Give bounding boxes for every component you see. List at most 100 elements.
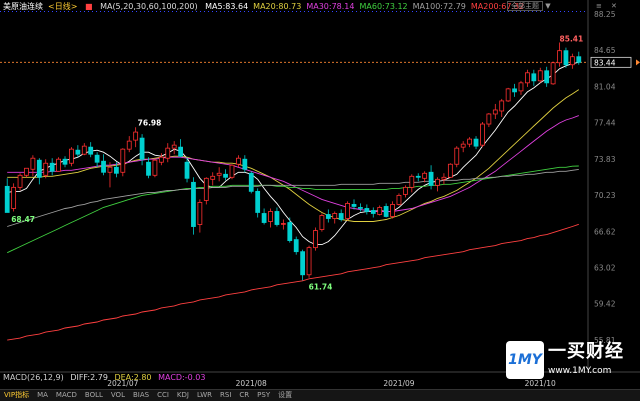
ma-legend-item: MA60:73.12 [359,2,408,11]
price-tick-label: 66.62 [594,227,616,236]
candle-body [56,158,61,172]
annotation-low_left: 68.47 [11,215,35,224]
candle-body [178,146,184,157]
candle-body [43,162,49,176]
macd-dea: DEA:2.80 [114,373,152,382]
candle-body [146,161,151,176]
ma-legend-item: MA30:78.14 [306,2,355,11]
candle-body [248,172,254,192]
candle-body [518,82,524,92]
candle-body [197,202,203,225]
candle-body [313,230,318,249]
ma-params[interactable]: MA(5,20,30,60,100,200) [100,2,198,11]
candle-body [229,164,235,178]
theme-select-label: 全部主题 [507,1,543,11]
candle-body [428,171,434,186]
candle-body [370,210,376,214]
candle-body [345,203,350,219]
annotation-peak1: 76.98 [138,118,162,127]
indicator-tab[interactable]: VOL [107,390,129,401]
price-tick-label: 84.65 [594,46,616,55]
watermark: 1MY 一买财经 www.1MY.com [506,341,624,381]
candle-body [101,160,106,173]
indicator-tab[interactable]: VIP指标 [0,390,33,401]
candle-body [358,207,363,209]
price-tick-label: 77.44 [594,119,616,128]
candle-body [569,56,575,66]
date-tick-label: 2021/08 [236,379,267,388]
indicator-tab[interactable]: BIAS [129,390,153,401]
ma-line-ma30 [7,115,579,212]
indicator-tab[interactable]: CR [235,390,253,401]
candle-body [255,190,261,213]
candle-body [467,138,473,145]
candle-body [377,207,383,215]
indicator-tab[interactable]: MA [33,390,52,401]
theme-select[interactable]: 全部主题 ▼ [507,1,551,11]
candle-body [4,185,10,213]
candlesticks [4,42,582,281]
indicator-tab[interactable]: BOLL [81,390,107,401]
candle-body [480,123,485,146]
candle-body [24,167,29,176]
indicator-tab[interactable]: 设置 [274,390,296,401]
indicator-tab[interactable]: LWR [193,390,216,401]
candle-body [94,154,100,163]
candle-body [107,166,113,173]
price-tick-label: 73.83 [594,155,616,164]
candle-body [332,213,338,219]
candle-body [396,194,402,205]
candle-body [383,206,389,217]
date-tick-label: 2021/09 [383,379,414,388]
candle-body [544,70,550,84]
candle-body [557,50,562,64]
period-label[interactable]: <日线> [48,2,77,11]
macd-params: MACD(26,12,9) [3,373,64,382]
close-icon[interactable]: ✕ [611,1,617,11]
candle-body [338,213,344,220]
candle-body [576,56,582,63]
candle-body [486,113,492,125]
candle-body [165,147,171,159]
kline-chart[interactable]: 88.25 84.65 83.44 81.04 77.44 73.83 70.23 66.62… [0,0,640,400]
macd-legend: MACD(26,12,9) DIFF:2.79 DEA:2.80 MACD:-0… [3,373,209,383]
indicator-tab[interactable]: PSY [253,390,274,401]
moving-average-lines [7,61,580,341]
candle-body [415,175,421,178]
candle-body [563,50,569,66]
candle-body [390,204,395,217]
candle-body [191,181,196,227]
candle-body [216,172,222,176]
ma-line-ma200 [7,223,579,341]
candle-body [113,166,119,174]
grid-lines [0,0,640,373]
candle-body [171,144,177,149]
candle-body [441,176,447,180]
candle-body [242,158,248,170]
ma-legend-item: MA100:72.79 [412,2,466,11]
candle-body [306,247,312,276]
candle-body [11,186,17,209]
candle-body [280,223,286,225]
indicator-tab[interactable]: RSI [216,390,235,401]
candle-body [133,131,139,141]
instrument-title[interactable]: 美原油连续 [3,2,43,11]
info-icon[interactable]: ■ [85,2,93,11]
ma-legend-item: MA5:83.64 [205,2,249,11]
chevron-down-icon[interactable]: ▼ [545,2,550,10]
price-arrow-icon [636,59,640,66]
candle-body [236,157,241,165]
candle-body [512,88,517,93]
candle-body [473,138,479,147]
price-tick-label: 59.42 [594,300,616,309]
candle-body [409,175,415,188]
indicator-tab[interactable]: MACD [52,390,81,401]
indicator-tab[interactable]: CCI [153,390,173,401]
annotation-low_mid: 61.74 [309,282,333,291]
ma-legend-item: MA20:80.73 [253,2,302,11]
ma-line-ma60 [7,165,579,254]
candle-body [274,211,280,225]
candle-body [422,172,428,179]
indicator-tab[interactable]: KDJ [173,390,193,401]
menu-icon[interactable]: ≡ [596,1,602,11]
